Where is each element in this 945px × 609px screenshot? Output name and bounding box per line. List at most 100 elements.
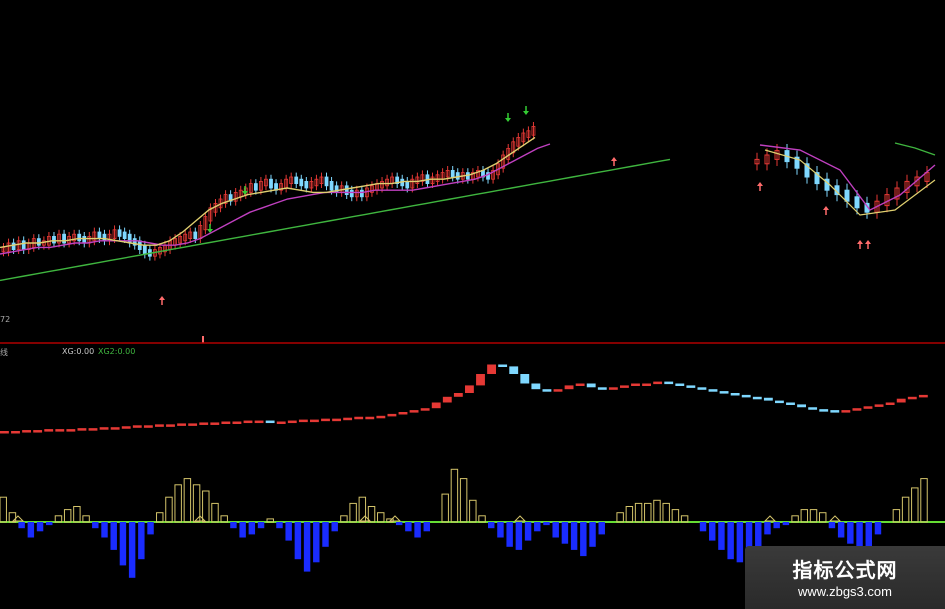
watermark-title: 指标公式网 [792,558,898,582]
buy-arrow [865,240,871,244]
indicator-bar [608,387,618,390]
osc-bar [488,522,495,529]
buy-arrow [857,240,863,244]
osc-bar [322,522,329,547]
osc-bar [634,502,643,523]
osc-bar [294,522,302,560]
osc-bar [395,522,403,526]
indicator-bar [918,394,928,398]
osc-bar [644,502,652,523]
price-panel [0,106,936,343]
candle [304,180,309,189]
candle [450,169,455,178]
watermark-url: www.zbgs3.com [798,584,892,599]
indicator-bar [121,426,131,429]
osc-bar [450,468,459,523]
indicator-bar [66,429,76,432]
osc-bar [782,522,790,526]
osc-bar [764,522,771,535]
indicator-bar [11,431,20,434]
buy-arrow [757,182,763,186]
candle [82,235,87,244]
indicator-bar [730,393,740,396]
candle [11,242,16,250]
indicator-bar [896,398,906,403]
indicator-bar [155,424,164,427]
osc-bar [671,509,680,523]
indicator-panel [0,364,928,434]
osc-bar [755,522,762,547]
indicator-bar [852,408,862,411]
indicator-bar [132,425,142,428]
osc-bar [515,522,523,550]
buy-arrow [823,206,829,210]
osc-bar [901,496,910,523]
indicator-bar [819,409,829,412]
osc-bar [524,522,532,541]
osc-bar [800,509,809,523]
osc-bar [459,478,468,523]
osc-bar [847,522,854,544]
indicator-bar [786,402,795,405]
osc-bar [497,522,504,538]
osc-bar [128,522,136,578]
candle [193,231,198,239]
osc-bar [36,522,44,532]
osc-bar [119,522,127,566]
osc-bar [423,522,431,532]
osc-bar [110,522,117,550]
osc-bar [561,522,569,544]
indicator-bar [553,389,563,392]
indicator-bar [752,396,762,400]
osc-bar [46,522,53,526]
indicator-bar [276,421,286,424]
osc-bar [543,522,550,526]
osc-bar [183,478,192,523]
candle [844,189,850,202]
osc-bar [349,502,357,523]
osc-bar [18,522,25,529]
osc-bar [73,506,81,523]
osc-bar [303,522,311,572]
candle [142,244,147,255]
indicator-bar [841,410,851,413]
indicator-bar [487,364,496,374]
indicator-bar [653,381,663,385]
indicator-bar [44,429,54,432]
indicator-bar [453,393,463,397]
osc-bar [727,522,734,560]
stock-chart [0,106,945,578]
osc-bar [598,522,605,535]
indicator-bar [332,418,341,422]
indicator-bar [642,383,651,386]
candle [329,180,334,191]
osc-bar [892,509,901,523]
candle [122,231,127,239]
osc-bar [92,522,99,529]
indicator-bar [166,424,175,427]
osc-bar [580,522,587,557]
osc-bar [616,512,624,523]
osc-bar [405,522,412,532]
indicator-bar [33,430,43,433]
ma-long-line [0,158,671,282]
osc-bar [313,522,320,563]
osc-bar [377,512,385,523]
xg-value: XG:0.00 [62,347,95,356]
osc-marker [763,515,777,522]
osc-bar [736,522,744,563]
indicator-bar [254,420,264,424]
osc-bar [331,522,338,532]
indicator-bar [542,389,552,392]
indicator-bar [586,383,596,388]
osc-bar [837,522,845,538]
osc-bar [809,509,818,523]
indicator-bar [365,416,375,420]
indicator-bar [321,418,330,422]
ma-short-line [0,136,536,249]
indicator-bar [431,402,441,409]
osc-bar [709,522,716,541]
osc-bar [773,522,780,529]
indicator-bar [564,385,574,390]
osc-bar [589,522,596,547]
